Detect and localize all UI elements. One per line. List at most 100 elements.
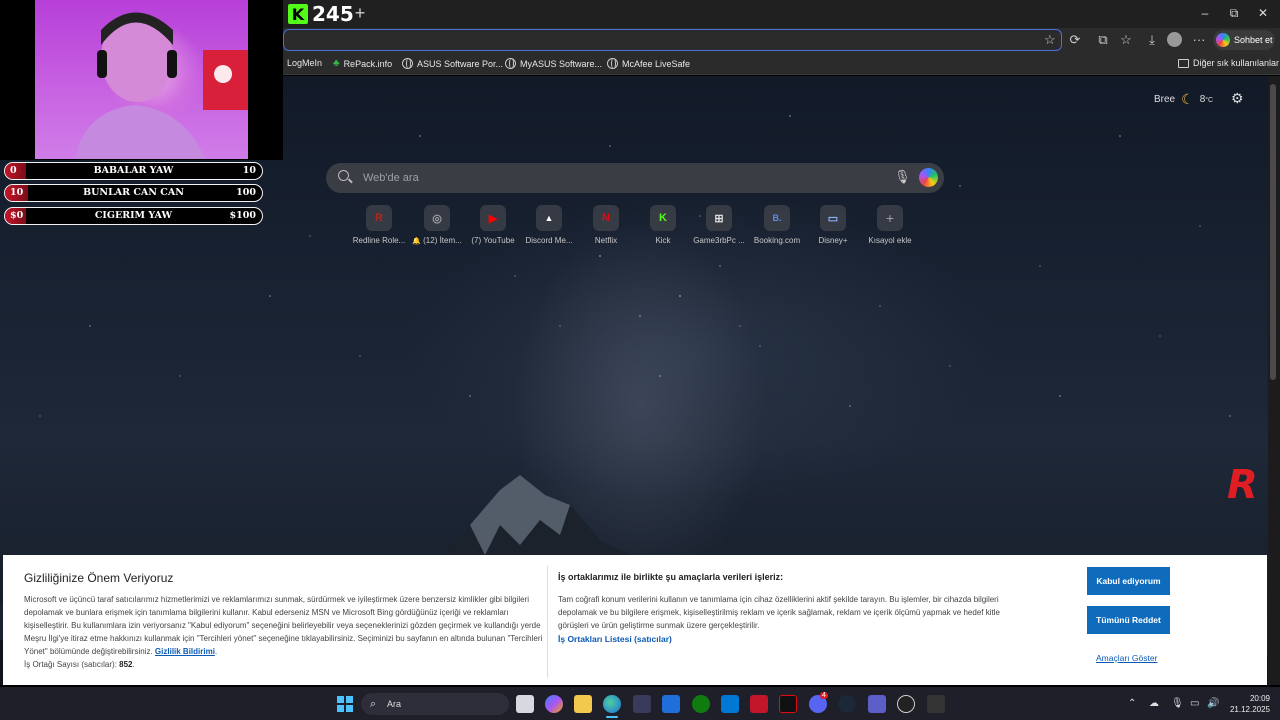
close-button[interactable]: ✕ [1256,6,1270,20]
quicklink-label: 🔔 (12) İtem... [412,236,462,245]
active-app-indicator [606,716,618,718]
quicklink-game3rb[interactable]: ⊞ Game3rbPc ... [690,205,748,245]
favorites-icon[interactable]: ☆ [1118,32,1134,48]
globe-icon [505,58,516,69]
disney-icon: ▭ [820,205,846,231]
discord-badge: 4 [820,692,828,699]
copilot-search-icon[interactable] [919,168,938,187]
search-icon: ⌕ [370,698,377,710]
edge-browser-icon[interactable] [603,695,621,713]
plus-icon: + [877,205,903,231]
tray-chevron-icon[interactable]: ⌃ [1128,698,1136,709]
consent-body: Microsoft ve üçüncü taraf satıcılarımız … [24,595,543,670]
visual-studio-icon[interactable] [662,695,680,713]
poll-value: 100 [236,187,256,198]
reject-all-button[interactable]: Tümünü Reddet [1087,606,1170,634]
quicklink-booking[interactable]: B. Booking.com [748,205,806,245]
scrollbar-thumb[interactable] [1270,84,1276,380]
purposes-title: İş ortaklarımız ile birlikte şu amaçlarl… [558,572,784,582]
store-icon[interactable] [633,695,651,713]
tab-count: 245 [312,2,354,26]
booking-icon: B. [764,205,790,231]
downloads-icon[interactable]: ⤓ [1144,32,1160,48]
poll-name: CIGERIM YAW [94,210,173,221]
cloud-icon[interactable]: ☁ [1149,698,1159,709]
netflix-app-icon[interactable] [779,695,797,713]
tab-bar [283,0,1280,28]
accept-button[interactable]: Kabul ediyorum [1087,567,1170,595]
file-explorer-icon[interactable] [574,695,592,713]
folder-icon [1178,58,1189,68]
weather-location: Bree [1154,94,1176,105]
bookmark-repack[interactable]: ♣ RePack.info [333,58,392,69]
streamer-silhouette [75,12,248,159]
microphone-tray-icon[interactable]: 🎙 [1171,698,1184,709]
quicklink-label: Disney+ [818,236,848,245]
favorite-star-icon[interactable]: ☆ [1044,32,1056,48]
network-icon[interactable]: ▭ [1190,698,1199,709]
poll-bar-bunlar: 10 BUNLAR CAN CAN 100 [4,184,263,202]
task-view-icon[interactable] [516,695,534,713]
outlook-icon[interactable] [721,695,739,713]
repack-icon: ♣ [333,58,340,69]
bookmark-logmein[interactable]: LogMeIn [287,58,322,68]
game-app-icon[interactable] [927,695,945,713]
streamer-r-logo-icon: R [1227,462,1258,508]
quicklink-netflix[interactable]: N Netflix [577,205,635,245]
partners-list-link[interactable]: İş Ortakları Listesi (satıcılar) [558,634,672,644]
consent-divider [547,566,548,678]
volume-icon[interactable]: 🔊 [1207,698,1219,709]
windows-start-icon[interactable] [337,696,353,712]
bookmark-label: McAfee LiveSafe [622,58,691,69]
privacy-notice-link[interactable]: Gizlilik Bildirimi [155,647,215,656]
kick-icon: K [650,205,676,231]
quicklink-youtube[interactable]: ▶ (7) YouTube [464,205,522,245]
purposes-body: Tam coğrafi konum verilerini kullanın ve… [558,595,1000,630]
copilot-chat-button[interactable]: Sohbet et [1213,30,1275,50]
copilot-app-icon[interactable] [545,695,563,713]
bookmark-mcafee[interactable]: McAfee LiveSafe [607,58,690,69]
quicklink-item[interactable]: ◎ 🔔 (12) İtem... [408,205,466,245]
bookmark-myasus[interactable]: MyASUS Software... [505,58,602,69]
app-icon[interactable] [868,695,886,713]
quicklink-disney[interactable]: ▭ Disney+ [804,205,862,245]
youtube-app-icon[interactable] [750,695,768,713]
show-purposes-link[interactable]: Amaçları Göster [1096,653,1157,663]
bookmark-asus-software[interactable]: ASUS Software Por... [402,58,503,69]
bookmark-label: MyASUS Software... [520,58,603,69]
bell-icon: 🔔 [412,238,421,245]
steam-icon[interactable] [838,695,856,713]
more-menu-icon[interactable]: ··· [1191,32,1207,47]
weather-widget[interactable]: Bree ☾ 8°C [1154,91,1213,108]
refresh-shield-icon[interactable]: ⟳ [1067,32,1083,48]
bookmark-label: LogMeIn [287,58,323,68]
quicklink-kick[interactable]: K Kick [634,205,692,245]
quicklink-label: Discord Me... [525,236,573,245]
page-settings-gear-icon[interactable]: ⚙ [1231,90,1244,107]
microphone-icon[interactable]: 🎙 [894,169,911,185]
other-favorites-folder[interactable]: Diğer sık kullanılanlar [1178,58,1279,68]
kick-tab[interactable]: K 245 [288,4,354,24]
weather-temperature: 8°C [1199,94,1214,105]
address-bar[interactable] [283,29,1062,51]
restore-button[interactable]: ⧉ [1227,6,1241,21]
minimize-button[interactable]: – [1198,6,1212,20]
quicklink-label: Kısayol ekle [868,236,912,245]
search-placeholder[interactable]: Web'de ara [363,172,419,184]
quicklink-discord[interactable]: ▲ Discord Me... [520,205,578,245]
obs-icon[interactable] [897,695,915,713]
extensions-icon[interactable]: ⧉ [1095,32,1111,48]
item-site-icon: ◎ [424,205,450,231]
taskbar-clock[interactable]: 20:09 21.12.2025 [1228,693,1270,715]
add-shortcut-tile[interactable]: + Kısayol ekle [861,205,919,245]
profile-avatar[interactable] [1167,32,1182,47]
quicklink-label: (7) YouTube [471,236,515,245]
new-tab-button[interactable]: + [350,4,370,24]
quicklink-redline[interactable]: R Redline Role... [350,205,408,245]
bookmark-label: ASUS Software Por... [417,58,504,69]
quicklink-label: Booking.com [753,236,801,245]
poll-value: 10 [242,165,256,176]
xbox-icon[interactable] [692,695,710,713]
netflix-icon: N [593,205,619,231]
taskbar-search[interactable] [361,693,509,715]
